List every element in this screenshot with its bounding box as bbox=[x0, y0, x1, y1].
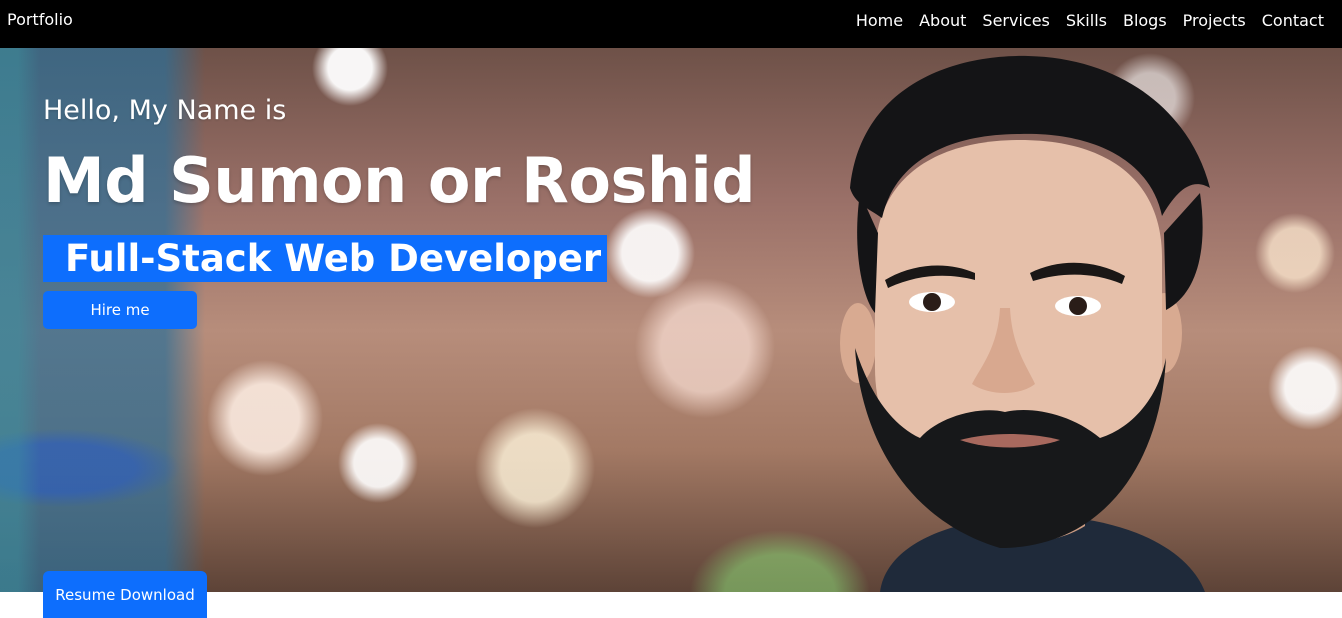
resume-download-button[interactable]: Resume Download bbox=[43, 571, 207, 618]
hire-me-button[interactable]: Hire me bbox=[43, 291, 197, 329]
brand-logo[interactable]: Portfolio bbox=[7, 10, 73, 29]
hero-name: Md Sumon or Roshid bbox=[43, 144, 756, 217]
nav-blogs-link[interactable]: Blogs bbox=[1123, 11, 1167, 30]
nav-home-link[interactable]: Home bbox=[856, 11, 903, 30]
nav-contact-link[interactable]: Contact bbox=[1262, 11, 1324, 30]
hero-greeting: Hello, My Name is bbox=[43, 95, 287, 126]
hero-role-badge: Full-Stack Web Developer bbox=[43, 235, 608, 282]
hero-section: Hello, My Name is Md Sumon or Roshid Ful… bbox=[0, 48, 1342, 592]
nav-about-link[interactable]: About bbox=[919, 11, 966, 30]
nav-skills-link[interactable]: Skills bbox=[1066, 11, 1107, 30]
navbar: Portfolio Home About Services Skills Blo… bbox=[0, 0, 1342, 48]
profile-photo bbox=[840, 55, 1210, 592]
nav-services-link[interactable]: Services bbox=[982, 11, 1049, 30]
nav-links: Home About Services Skills Blogs Project… bbox=[856, 11, 1324, 30]
nav-projects-link[interactable]: Projects bbox=[1183, 11, 1246, 30]
